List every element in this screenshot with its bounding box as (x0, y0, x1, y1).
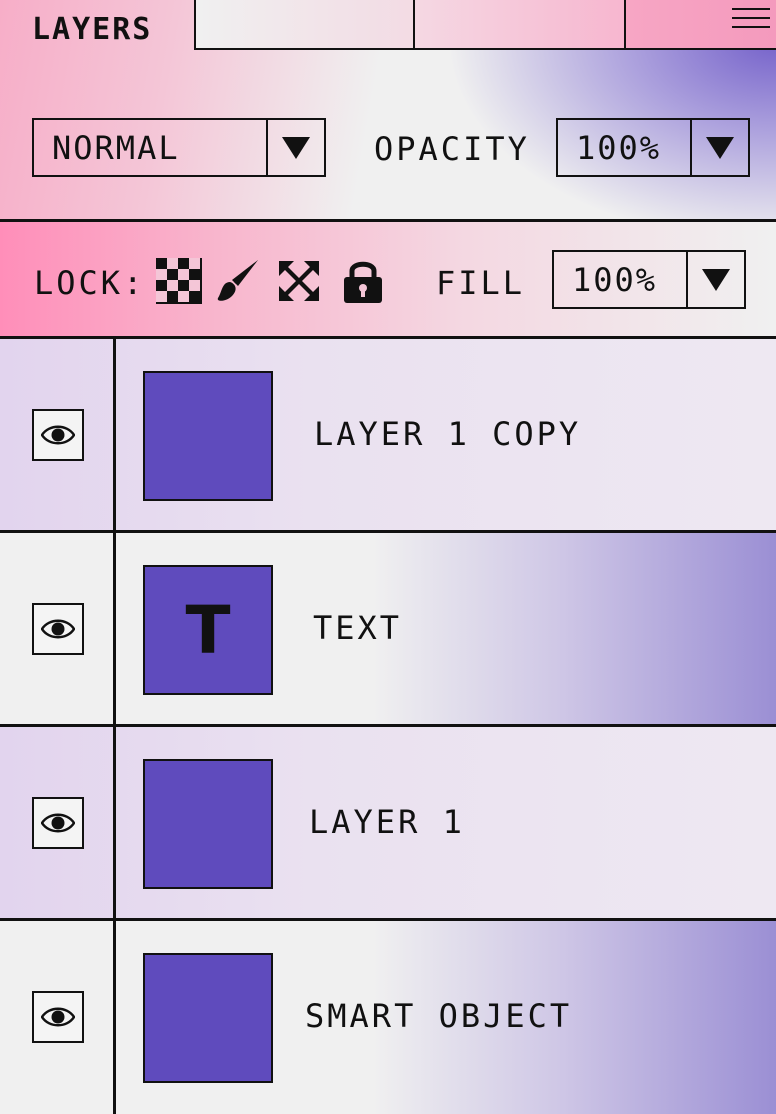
fill-label: FILL (436, 264, 526, 302)
tab-layers-label: LAYERS (32, 12, 153, 47)
layer-row[interactable]: T TEXT (0, 533, 776, 727)
tab-2[interactable] (194, 0, 415, 50)
layer-thumbnail (143, 759, 273, 889)
lock-row: LOCK: FILL 100% (0, 222, 776, 339)
eye-icon (41, 813, 75, 833)
visibility-cell (0, 533, 116, 724)
text-layer-thumbnail: T (143, 565, 273, 695)
transparency-checker-icon[interactable] (156, 258, 202, 304)
eye-icon (41, 619, 75, 639)
eye-icon (41, 1007, 75, 1027)
layer-name: LAYER 1 (309, 803, 465, 841)
fill-value: 100% (572, 260, 658, 299)
brush-icon[interactable] (214, 258, 260, 304)
opacity-value: 100% (576, 128, 662, 167)
layer-name: SMART OBJECT (305, 997, 573, 1035)
text-t-icon: T (185, 591, 231, 669)
visibility-cell (0, 339, 116, 530)
move-arrows-icon[interactable] (276, 258, 322, 304)
fill-select[interactable]: 100% (552, 250, 746, 309)
tab-4[interactable] (624, 0, 776, 50)
layers-panel: LAYERS NORMAL OPACITY 100% LOCK: FILL 10… (0, 0, 776, 1114)
blend-mode-value: NORMAL (52, 128, 180, 167)
chevron-down-icon[interactable] (266, 120, 324, 175)
layer-row[interactable]: SMART OBJECT (0, 921, 776, 1114)
visibility-cell (0, 727, 116, 918)
opacity-label: OPACITY (374, 130, 530, 168)
eye-icon (41, 425, 75, 445)
smart-object-thumbnail (143, 953, 273, 1083)
visibility-toggle[interactable] (32, 797, 84, 849)
layer-thumbnail (143, 371, 273, 501)
visibility-toggle[interactable] (32, 409, 84, 461)
opacity-select[interactable]: 100% (556, 118, 750, 177)
tab-3[interactable] (413, 0, 626, 50)
blend-mode-select[interactable]: NORMAL (32, 118, 326, 177)
visibility-cell (0, 921, 116, 1114)
visibility-toggle[interactable] (32, 991, 84, 1043)
panel-header: LAYERS NORMAL OPACITY 100% (0, 0, 776, 222)
layer-row[interactable]: LAYER 1 (0, 727, 776, 921)
layer-name: TEXT (313, 609, 403, 647)
lock-label: LOCK: (34, 264, 146, 302)
visibility-toggle[interactable] (32, 603, 84, 655)
chevron-down-icon[interactable] (690, 120, 748, 175)
layer-name: LAYER 1 COPY (314, 415, 582, 453)
padlock-icon[interactable] (340, 258, 386, 304)
layer-row[interactable]: LAYER 1 COPY (0, 339, 776, 533)
chevron-down-icon[interactable] (686, 252, 744, 307)
panel-menu-icon[interactable] (732, 8, 770, 34)
tab-layers[interactable]: LAYERS (0, 0, 196, 50)
